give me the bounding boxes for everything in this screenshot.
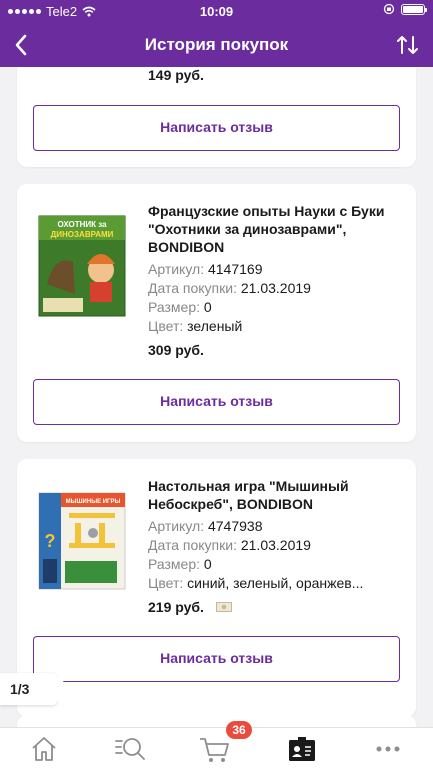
product-name[interactable]: Настольная игра "Мышиный Небоскреб", BON… xyxy=(148,477,388,513)
orientation-lock-icon xyxy=(383,3,395,15)
svg-text:ДИНОЗАВРАМИ: ДИНОЗАВРАМИ xyxy=(51,230,114,239)
app-header: Tele2 10:09 История покупок xyxy=(0,0,433,67)
color-value: зеленый xyxy=(187,318,243,334)
size-row: Размер: 0 xyxy=(148,555,403,574)
color-value: синий, зеленый, оранжев... xyxy=(187,575,364,591)
product-name[interactable]: Французские опыты Науки с Буки "Охотники… xyxy=(148,202,388,256)
article-row: Артикул: 4147169 xyxy=(148,260,403,279)
battery-icon xyxy=(401,3,427,15)
home-icon[interactable] xyxy=(26,732,62,766)
size-row: Размер: 0 xyxy=(148,298,403,317)
order-card: 149 руб. Написать отзыв xyxy=(17,67,416,167)
purchase-date-label: Дата покупки: xyxy=(148,537,237,553)
size-label: Размер: xyxy=(148,299,201,315)
color-row: Цвет: синий, зеленый, оранжев... xyxy=(148,574,403,593)
svg-text:МЫШИНЫЕ ИГРЫ: МЫШИНЫЕ ИГРЫ xyxy=(66,499,121,505)
purchase-date-row: Дата покупки: 21.03.2019 xyxy=(148,279,403,298)
svg-text:?: ? xyxy=(45,531,56,551)
article-row: Артикул: 4747938 xyxy=(148,517,403,536)
order-card xyxy=(17,715,416,727)
purchase-date-label: Дата покупки: xyxy=(148,280,237,296)
order-price-text: 219 руб. xyxy=(148,599,204,615)
product-image[interactable]: ОХОТНИК за ДИНОЗАВРАМИ xyxy=(35,214,129,318)
profile-card-icon[interactable] xyxy=(284,732,320,766)
write-review-button[interactable]: Написать отзыв xyxy=(33,379,400,425)
purchase-list[interactable]: 149 руб. Написать отзыв ОХОТНИК за ДИНОЗ… xyxy=(0,67,433,727)
page-indicator: 1/3 xyxy=(0,673,68,705)
write-review-button[interactable]: Написать отзыв xyxy=(33,636,400,682)
purchase-date-row: Дата покупки: 21.03.2019 xyxy=(148,536,403,555)
article-value: 4147169 xyxy=(207,261,263,277)
size-value: 0 xyxy=(203,556,212,572)
article-label: Артикул: xyxy=(148,518,205,534)
article-value: 4747938 xyxy=(207,518,263,534)
status-right xyxy=(383,3,427,15)
sort-icon[interactable] xyxy=(393,30,423,60)
color-row: Цвет: зеленый xyxy=(148,317,403,336)
money-icon xyxy=(215,602,232,612)
order-price: 149 руб. xyxy=(148,67,204,83)
write-review-button[interactable]: Написать отзыв xyxy=(33,105,400,151)
status-bar: Tele2 10:09 xyxy=(0,0,433,22)
cart-icon[interactable] xyxy=(197,732,233,766)
order-card: ОХОТНИК за ДИНОЗАВРАМИ Французские опыты… xyxy=(17,184,416,442)
svg-text:ОХОТНИК за: ОХОТНИК за xyxy=(57,220,107,229)
tab-bar: 36 xyxy=(0,721,433,770)
order-card: МЫШИНЫЕ ИГРЫ ? Настольная игра "Мышиный … xyxy=(17,459,416,717)
color-label: Цвет: xyxy=(148,318,184,334)
nav-bar: История покупок xyxy=(0,24,433,66)
cart-badge: 36 xyxy=(226,721,252,739)
status-time: 10:09 xyxy=(199,4,234,19)
page-title: История покупок xyxy=(144,35,289,54)
size-value: 0 xyxy=(203,299,212,315)
order-price: 219 руб. xyxy=(148,599,232,615)
more-icon[interactable] xyxy=(370,732,406,766)
product-image[interactable]: МЫШИНЫЕ ИГРЫ ? xyxy=(35,489,129,593)
size-label: Размер: xyxy=(148,556,201,572)
order-price: 309 руб. xyxy=(148,342,204,358)
search-icon[interactable] xyxy=(112,732,148,766)
purchase-date-value: 21.03.2019 xyxy=(240,537,311,553)
article-label: Артикул: xyxy=(148,261,205,277)
color-label: Цвет: xyxy=(148,575,184,591)
purchase-date-value: 21.03.2019 xyxy=(240,280,311,296)
